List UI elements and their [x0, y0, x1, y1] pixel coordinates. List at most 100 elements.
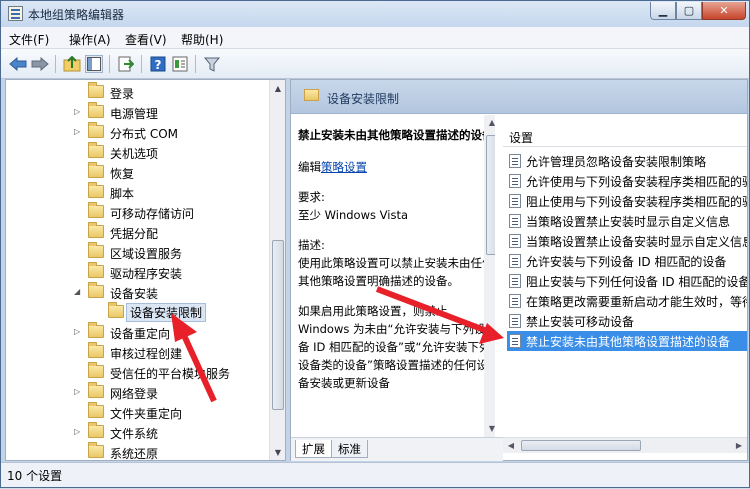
tree-item[interactable]: ◢ 设备安装: [6, 282, 271, 302]
folder-icon: [88, 162, 104, 178]
tree-item[interactable]: 受信任的平台模块服务: [6, 362, 271, 382]
folder-icon: [88, 442, 104, 458]
description-text-2: 如果启用此策略设置，则禁止 Windows 为未由“允许安装与下列设备 ID 相…: [298, 304, 491, 390]
title-bar[interactable]: 本地组策略编辑器 ▁ ▢ ✕: [1, 1, 749, 27]
menu-view[interactable]: 查看(V): [125, 31, 167, 48]
scroll-up-icon[interactable]: ▲: [484, 115, 495, 131]
policy-setting-icon: [509, 274, 521, 288]
console-tree[interactable]: 系统还原 ▷ 文件系统 文件夹重定向 ▷ 网络登录 受信任的平台模块服务 审核过程创建 ▷ 设备重…: [5, 79, 286, 461]
description-label: 描述:: [298, 238, 325, 252]
maximize-button[interactable]: ▢: [676, 2, 702, 20]
main-window: 本地组策略编辑器 ▁ ▢ ✕ 文件(F) 操作(A) 查看(V) 帮助(H) ?: [0, 0, 750, 488]
menu-file[interactable]: 文件(F): [9, 31, 49, 48]
tree-item[interactable]: 区域设置服务: [6, 242, 271, 262]
description-scroll-thumb[interactable]: [486, 135, 495, 255]
tree-item[interactable]: ▷ 电源管理: [6, 102, 271, 122]
description-scrollbar[interactable]: ▲ ▼: [484, 115, 495, 437]
forward-button[interactable]: [31, 55, 49, 73]
tree-item[interactable]: 登录: [6, 82, 271, 102]
details-pane: 设备安装限制 禁止安装未由其他策略设置描述的设备 编辑策略设置 要求: 至少 W…: [290, 79, 748, 461]
show-tree-button[interactable]: [85, 55, 103, 73]
back-arrow-icon: [9, 57, 27, 71]
setting-label: 禁止安装可移动设备: [526, 315, 635, 329]
tree-item[interactable]: 凭据分配: [6, 222, 271, 242]
tree-item[interactable]: 设备安装限制: [6, 302, 271, 322]
expand-icon[interactable]: ▷: [74, 387, 82, 397]
scroll-left-icon[interactable]: ◀: [503, 438, 519, 453]
tree-item[interactable]: ▷ 设备重定向: [6, 322, 271, 342]
tree-item[interactable]: 恢复: [6, 162, 271, 182]
expand-icon[interactable]: ▷: [74, 427, 82, 437]
help-button[interactable]: ?: [149, 55, 167, 73]
tree-item[interactable]: 脚本: [6, 182, 271, 202]
properties-button[interactable]: [171, 55, 189, 73]
requirements-value: 至少 Windows Vista: [298, 208, 409, 222]
setting-row[interactable]: 允许安装与下列设备 ID 相匹配的设备: [507, 251, 747, 271]
tree-scroll-thumb[interactable]: [272, 240, 284, 410]
tree-item-label: 系统还原: [110, 447, 159, 461]
export-icon: [118, 56, 134, 72]
tree-item[interactable]: 可移动存储访问: [6, 202, 271, 222]
setting-row[interactable]: 禁止安装未由其他策略设置描述的设备: [507, 331, 747, 351]
tree-item[interactable]: 关机选项: [6, 142, 271, 162]
list-scroll-thumb[interactable]: [521, 440, 641, 451]
setting-label: 当策略设置禁止安装时显示自定义信息: [526, 215, 731, 229]
scroll-down-icon[interactable]: ▼: [484, 421, 495, 437]
status-text: 10 个设置: [7, 469, 63, 483]
edit-policy-link[interactable]: 策略设置: [321, 160, 367, 174]
tree-item[interactable]: ▷ 分布式 COM: [6, 122, 271, 142]
details-header: 设备安装限制: [291, 80, 747, 114]
folder-icon: [304, 89, 319, 101]
expand-icon[interactable]: ▷: [74, 127, 82, 137]
menu-action[interactable]: 操作(A): [69, 31, 111, 48]
tree-item[interactable]: 系统还原: [6, 442, 271, 461]
setting-label: 允许安装与下列设备 ID 相匹配的设备: [526, 255, 727, 269]
tree-item-label: 设备重定向: [110, 327, 171, 341]
expand-icon[interactable]: ▷: [74, 107, 82, 117]
folder-icon: [88, 222, 104, 238]
folder-icon: [88, 102, 104, 118]
tree-item-label: 脚本: [110, 187, 135, 201]
folder-icon: [108, 302, 124, 318]
tree-scrollbar[interactable]: ▲ ▼: [269, 80, 285, 460]
tab-extended[interactable]: 扩展: [295, 440, 332, 458]
scroll-up-icon[interactable]: ▲: [270, 80, 285, 96]
tab-standard[interactable]: 标准: [331, 440, 368, 458]
list-horizontal-scrollbar[interactable]: ◀ ▶: [503, 437, 747, 453]
setting-row[interactable]: 当策略设置禁止安装时显示自定义信息: [507, 211, 747, 231]
tree-item[interactable]: 审核过程创建: [6, 342, 271, 362]
tree-item-label: 受信任的平台模块服务: [110, 367, 231, 381]
export-list-button[interactable]: [117, 55, 135, 73]
tree-item[interactable]: ▷ 网络登录: [6, 382, 271, 402]
menu-help[interactable]: 帮助(H): [181, 31, 223, 48]
help-icon: ?: [150, 56, 166, 72]
back-button[interactable]: [9, 55, 27, 73]
setting-row[interactable]: 在策略更改需要重新启动才能生效时，等待重新启动: [507, 291, 747, 311]
folder-icon: [88, 422, 104, 438]
tree-item[interactable]: 文件夹重定向: [6, 402, 271, 422]
up-level-button[interactable]: [63, 55, 81, 73]
column-header-setting[interactable]: 设置: [503, 125, 747, 147]
description-text: 使用此策略设置可以禁止安装未由任何其他策略设置明确描述的设备。: [298, 256, 494, 288]
tree-item[interactable]: 驱动程序安装: [6, 262, 271, 282]
setting-row[interactable]: 允许管理员忽略设备安装限制策略: [507, 151, 747, 171]
setting-row[interactable]: 当策略设置禁止设备安装时显示自定义信息标题: [507, 231, 747, 251]
tree-item[interactable]: ▷ 文件系统: [6, 422, 271, 442]
setting-row[interactable]: 禁止安装可移动设备: [507, 311, 747, 331]
setting-row[interactable]: 阻止安装与下列任何设备 ID 相匹配的设备: [507, 271, 747, 291]
scroll-down-icon[interactable]: ▼: [270, 444, 285, 460]
minimize-button[interactable]: ▁: [650, 2, 676, 20]
requirements-label: 要求:: [298, 190, 325, 204]
tree-item-label: 恢复: [110, 167, 135, 181]
folder-icon: [88, 202, 104, 218]
setting-row[interactable]: 阻止使用与下列设备安装程序类相匹配的驱动程序安装设备: [507, 191, 747, 211]
filter-button[interactable]: [203, 55, 221, 73]
collapse-icon[interactable]: ◢: [74, 287, 82, 297]
expand-icon[interactable]: ▷: [74, 327, 82, 337]
settings-list[interactable]: 设置 允许管理员忽略设备安装限制策略允许使用与下列设备安装程序类相匹配的驱动程序…: [503, 115, 747, 437]
tree-item-label: 文件系统: [110, 427, 159, 441]
scroll-right-icon[interactable]: ▶: [731, 438, 747, 453]
menu-bar: 文件(F) 操作(A) 查看(V) 帮助(H): [1, 27, 749, 49]
setting-row[interactable]: 允许使用与下列设备安装程序类相匹配的驱动程序安装设备: [507, 171, 747, 191]
close-button[interactable]: ✕: [702, 2, 746, 20]
